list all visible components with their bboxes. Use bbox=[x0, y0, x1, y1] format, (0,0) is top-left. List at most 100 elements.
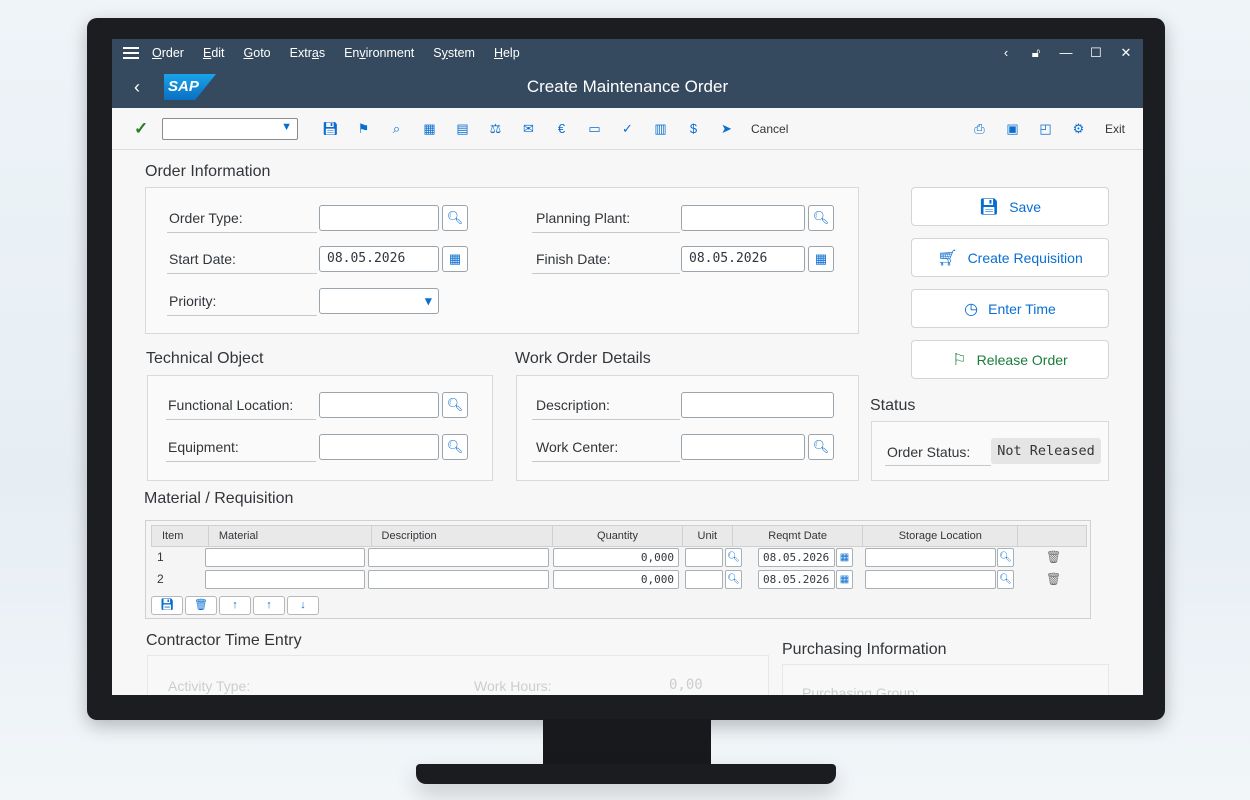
unlock-icon[interactable]: 🔓︎ bbox=[1029, 45, 1043, 61]
priority-dropdown[interactable]: ▼ bbox=[319, 288, 439, 314]
new-session-icon[interactable]: ◰ bbox=[1029, 121, 1062, 137]
trash-icon[interactable]: 🗑︎ bbox=[1046, 550, 1061, 564]
column-header-description[interactable]: Description bbox=[372, 526, 554, 546]
unit-search-icon[interactable]: 🔍︎ bbox=[725, 548, 742, 567]
work-center-search-icon[interactable]: 🔍︎ bbox=[808, 434, 834, 460]
currency-icon[interactable]: € bbox=[545, 121, 578, 136]
save-icon[interactable]: 💾︎ bbox=[314, 121, 347, 137]
release-order-label: Release Order bbox=[976, 351, 1068, 368]
calendar-icon[interactable]: ▦ bbox=[442, 246, 468, 272]
material-input[interactable] bbox=[205, 570, 365, 589]
work-center-label: Work Center: bbox=[536, 439, 619, 455]
storage-location-input[interactable] bbox=[865, 570, 996, 589]
enter-time-label: Enter Time bbox=[988, 300, 1056, 317]
unit-input[interactable] bbox=[685, 570, 723, 589]
move-top-icon[interactable]: ↑ bbox=[253, 596, 285, 615]
release-order-button[interactable]: ⚐ Release Order bbox=[911, 340, 1109, 379]
storage-location-search-icon[interactable]: 🔍︎ bbox=[997, 570, 1014, 589]
book-icon[interactable]: ▥ bbox=[644, 121, 677, 137]
move-up-icon[interactable]: ↑ bbox=[219, 596, 251, 615]
costs-icon[interactable]: ⚖ bbox=[479, 121, 512, 137]
item-number: 2 bbox=[157, 572, 164, 586]
table-save-icon[interactable]: 💾︎ bbox=[151, 596, 183, 615]
storage-location-search-icon[interactable]: 🔍︎ bbox=[997, 548, 1014, 567]
calendar-icon[interactable]: ▦ bbox=[836, 570, 853, 589]
column-header-reqmt-date[interactable]: Reqmt Date bbox=[733, 526, 864, 546]
planning-plant-search-icon[interactable]: 🔍︎ bbox=[808, 205, 834, 231]
divider bbox=[167, 273, 317, 274]
menu-goto[interactable]: Goto bbox=[244, 46, 271, 60]
menu-edit[interactable]: Edit bbox=[203, 46, 225, 60]
card-icon[interactable]: ▭ bbox=[578, 121, 611, 137]
unit-input[interactable] bbox=[685, 548, 723, 567]
forward-icon[interactable]: ➤ bbox=[710, 121, 743, 137]
flag-icon[interactable]: ⚑ bbox=[347, 121, 380, 137]
unit-search-icon[interactable]: 🔍︎ bbox=[725, 570, 742, 589]
column-header-item[interactable]: Item bbox=[152, 526, 209, 546]
column-header-actions bbox=[1018, 526, 1086, 546]
divider bbox=[885, 465, 991, 466]
table-row: 1 0,000 🔍︎ 08.05.2026 ▦ 🔍︎ 🗑︎ bbox=[151, 547, 1087, 569]
table-delete-icon[interactable]: 🗑︎ bbox=[185, 596, 217, 615]
enter-time-button[interactable]: ◷ Enter Time bbox=[911, 289, 1109, 328]
maximize-icon[interactable]: ☐ bbox=[1089, 45, 1103, 61]
work-center-input[interactable] bbox=[681, 434, 805, 460]
command-field[interactable]: ▼ bbox=[162, 117, 298, 140]
trash-icon[interactable]: 🗑︎ bbox=[1046, 572, 1061, 586]
close-icon[interactable]: ✕ bbox=[1119, 45, 1133, 61]
collapse-icon[interactable]: ‹ bbox=[999, 45, 1013, 60]
cancel-button[interactable]: Cancel bbox=[751, 122, 788, 136]
menu-help[interactable]: Help bbox=[494, 46, 520, 60]
menu-system[interactable]: System bbox=[433, 46, 475, 60]
order-type-input[interactable] bbox=[319, 205, 439, 231]
enter-check-icon[interactable]: ✓ bbox=[134, 119, 150, 139]
work-order-details-title: Work Order Details bbox=[515, 350, 651, 367]
description-input[interactable] bbox=[681, 392, 834, 418]
sap-window: Order Edit Goto Extras Environment Syste… bbox=[112, 39, 1143, 695]
window-icon[interactable]: ▣ bbox=[996, 121, 1029, 137]
equipment-input[interactable] bbox=[319, 434, 439, 460]
calendar-icon[interactable]: ▦ bbox=[808, 246, 834, 272]
mail-icon[interactable]: ✉ bbox=[512, 121, 545, 137]
structure-icon[interactable]: ▦ bbox=[413, 121, 446, 137]
menu-order[interactable]: Order bbox=[152, 46, 184, 60]
exit-button[interactable]: Exit bbox=[1105, 122, 1125, 136]
settings-icon[interactable]: ⚙ bbox=[1062, 121, 1095, 137]
calculator-icon[interactable]: ▤ bbox=[446, 121, 479, 137]
description-input[interactable] bbox=[368, 570, 549, 589]
display-object-icon[interactable]: ⌕ bbox=[380, 121, 413, 137]
minimize-icon[interactable]: — bbox=[1059, 45, 1073, 60]
print-icon[interactable]: ⎙ bbox=[963, 121, 996, 137]
functional-location-search-icon[interactable]: 🔍︎ bbox=[442, 392, 468, 418]
reqmt-date-input[interactable]: 08.05.2026 bbox=[758, 570, 835, 589]
planning-plant-input[interactable] bbox=[681, 205, 805, 231]
title-bar: ‹ SAP Create Maintenance Order bbox=[112, 66, 1143, 108]
move-down-icon[interactable]: ↓ bbox=[287, 596, 319, 615]
menu-extras[interactable]: Extras bbox=[290, 46, 325, 60]
save-button[interactable]: 💾︎ Save bbox=[911, 187, 1109, 226]
calendar-icon[interactable]: ▦ bbox=[836, 548, 853, 567]
purchasing-information-title: Purchasing Information bbox=[782, 641, 947, 658]
table-header: Item Material Description Quantity Unit … bbox=[151, 525, 1087, 547]
finish-date-input[interactable]: 08.05.2026 bbox=[681, 246, 805, 272]
reqmt-date-input[interactable]: 08.05.2026 bbox=[758, 548, 835, 567]
column-header-unit[interactable]: Unit bbox=[683, 526, 733, 546]
create-requisition-button[interactable]: 🛒︎ Create Requisition bbox=[911, 238, 1109, 277]
confirm-icon[interactable]: ✓ bbox=[611, 121, 644, 137]
column-header-storage-location[interactable]: Storage Location bbox=[863, 526, 1019, 546]
column-header-quantity[interactable]: Quantity bbox=[553, 526, 683, 546]
start-date-input[interactable]: 08.05.2026 bbox=[319, 246, 439, 272]
storage-location-input[interactable] bbox=[865, 548, 996, 567]
equipment-search-icon[interactable]: 🔍︎ bbox=[442, 434, 468, 460]
quantity-input[interactable]: 0,000 bbox=[553, 570, 679, 589]
order-type-search-icon[interactable]: 🔍︎ bbox=[442, 205, 468, 231]
column-header-material[interactable]: Material bbox=[209, 526, 372, 546]
hamburger-menu-icon[interactable] bbox=[123, 46, 139, 59]
functional-location-input[interactable] bbox=[319, 392, 439, 418]
dollar-icon[interactable]: $ bbox=[677, 121, 710, 136]
material-input[interactable] bbox=[205, 548, 365, 567]
menu-environment[interactable]: Environment bbox=[344, 46, 414, 60]
description-input[interactable] bbox=[368, 548, 549, 567]
functional-location-label: Functional Location: bbox=[168, 397, 294, 413]
quantity-input[interactable]: 0,000 bbox=[553, 548, 679, 567]
